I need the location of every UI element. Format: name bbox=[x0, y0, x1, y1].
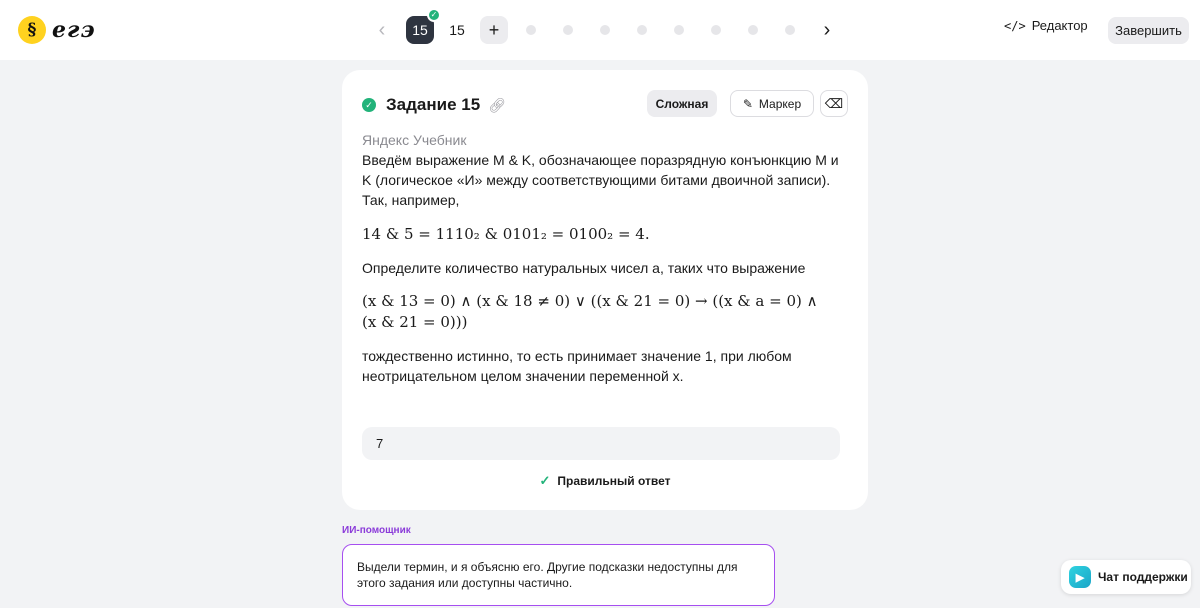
logo-coin-icon: § bbox=[18, 16, 46, 44]
support-chat-button[interactable]: ▶ Чат поддержки bbox=[1061, 560, 1191, 594]
answer-result: ✓ Правильный ответ bbox=[342, 473, 868, 489]
main-formula-line: (x & 21 = 0))) bbox=[362, 313, 468, 331]
main-formula-line: (x & 13 = 0) ∧ (x & 18 ≠ 0) ∨ ((x & 21 =… bbox=[362, 292, 818, 310]
chat-icon: ▶ bbox=[1069, 566, 1091, 588]
add-task-button[interactable]: + bbox=[480, 16, 508, 44]
task-dot[interactable] bbox=[637, 25, 647, 35]
top-bar: § егэ ‹ 15 ✓ 15 + › </> Редактор Заверши… bbox=[0, 0, 1200, 60]
main-formula: (x & 13 = 0) ∧ (x & 18 ≠ 0) ∨ ((x & 21 =… bbox=[362, 291, 852, 333]
task-card: ✓ Задание 15 🔗︎ Сложная ✎ Маркер ⌫ Яндек… bbox=[342, 70, 868, 510]
eraser-icon: ⌫ bbox=[824, 95, 844, 111]
completed-check-icon: ✓ bbox=[427, 8, 441, 22]
eraser-button[interactable]: ⌫ bbox=[820, 90, 848, 117]
task-dot[interactable] bbox=[785, 25, 795, 35]
logo[interactable]: § егэ bbox=[18, 16, 96, 44]
task-dot[interactable] bbox=[563, 25, 573, 35]
pencil-icon: ✎ bbox=[742, 96, 753, 111]
ai-helper-label: ИИ-помощник bbox=[342, 525, 411, 536]
editor-button[interactable]: </> Редактор bbox=[1004, 18, 1088, 33]
result-label: Правильный ответ bbox=[557, 474, 671, 488]
editor-label: Редактор bbox=[1031, 18, 1088, 33]
logo-text: егэ bbox=[52, 17, 96, 43]
task-tab-active[interactable]: 15 ✓ bbox=[406, 8, 441, 44]
ai-helper-message[interactable]: Выдели термин, и я объясню его. Другие п… bbox=[342, 544, 775, 606]
task-tab-number: 15 bbox=[412, 22, 428, 38]
next-task-arrow-icon[interactable]: › bbox=[817, 16, 837, 44]
task-question: Определите количество натуральных чисел … bbox=[362, 260, 806, 276]
task-intro: Введём выражение M & K, обозначающее пор… bbox=[362, 152, 839, 208]
task-dot[interactable] bbox=[526, 25, 536, 35]
task-condition: тождественно истинно, то есть принимает … bbox=[362, 348, 792, 384]
support-label: Чат поддержки bbox=[1098, 570, 1188, 584]
code-icon: </> bbox=[1004, 18, 1026, 33]
marker-button[interactable]: ✎ Маркер bbox=[730, 90, 814, 117]
task-dot[interactable] bbox=[674, 25, 684, 35]
prev-task-arrow-icon[interactable]: ‹ bbox=[372, 16, 392, 44]
task-navigation: ‹ 15 ✓ 15 + › bbox=[372, 8, 837, 44]
finish-button[interactable]: Завершить bbox=[1108, 17, 1189, 44]
task-dot[interactable] bbox=[711, 25, 721, 35]
task-dot[interactable] bbox=[600, 25, 610, 35]
answer-input[interactable]: 7 bbox=[362, 427, 840, 460]
task-source: Яндекс Учебник bbox=[362, 132, 467, 148]
task-dot[interactable] bbox=[748, 25, 758, 35]
check-icon: ✓ bbox=[539, 473, 551, 488]
task-tab[interactable]: 15 bbox=[443, 16, 471, 44]
task-title: Задание 15 bbox=[386, 95, 481, 114]
example-formula: 14 & 5 = 1110₂ & 0101₂ = 0100₂ = 4. bbox=[362, 225, 650, 243]
link-icon[interactable]: 🔗︎ bbox=[488, 97, 506, 114]
difficulty-badge[interactable]: Сложная bbox=[647, 90, 717, 117]
solved-check-icon: ✓ bbox=[362, 98, 376, 112]
marker-label: Маркер bbox=[758, 96, 802, 111]
